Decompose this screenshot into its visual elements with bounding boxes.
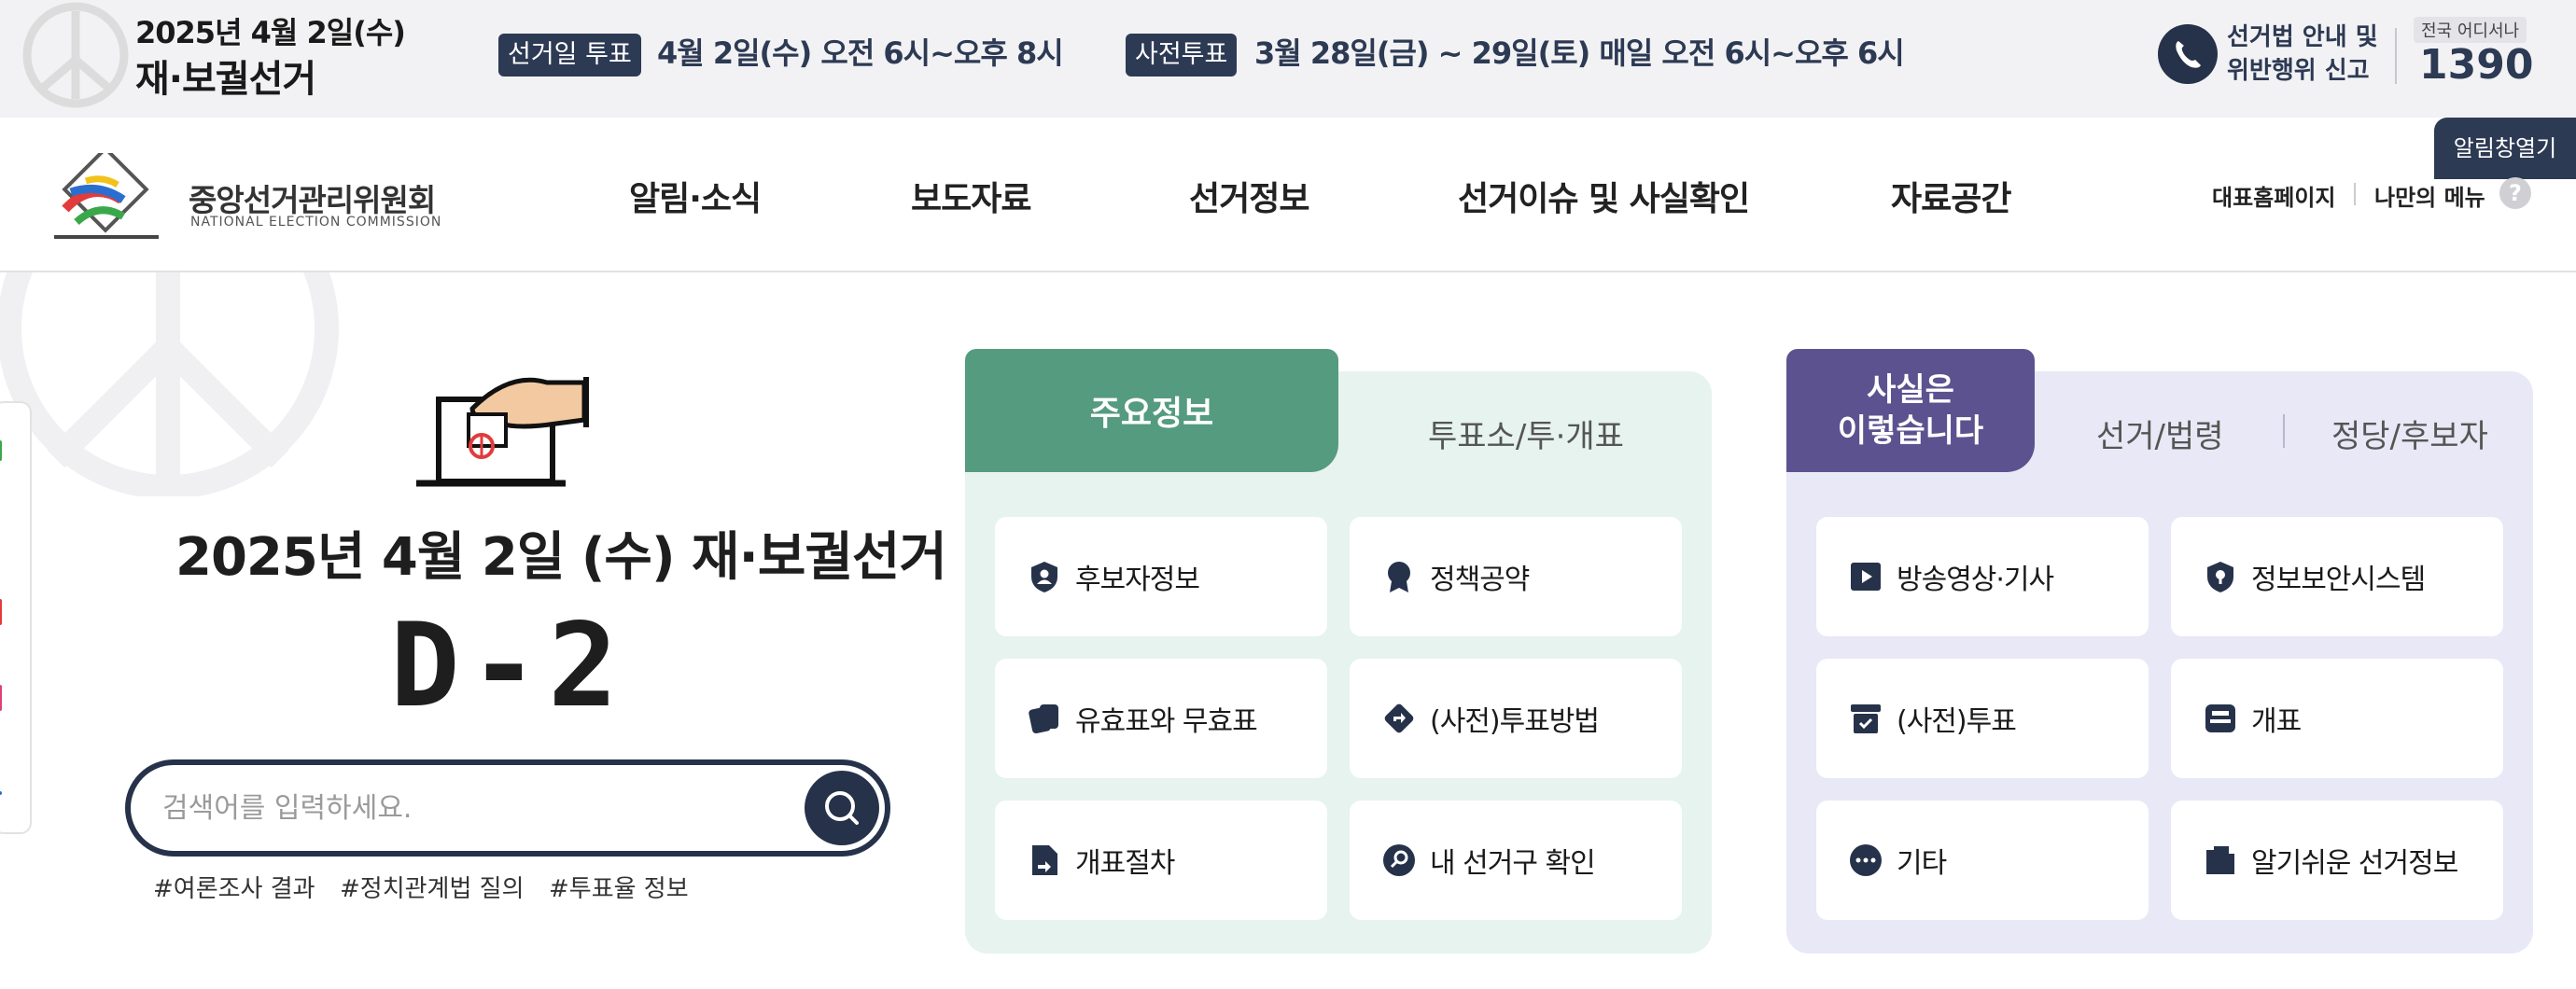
quick-link-icon[interactable] bbox=[0, 791, 2, 795]
card-etc[interactable]: 기타 bbox=[1816, 801, 2149, 920]
dday-counter: D-2 bbox=[390, 599, 627, 733]
nav-item-issues[interactable]: 선거이슈 및 사실확인 bbox=[1458, 172, 1750, 220]
banner-date: 2025년 4월 2일(수) bbox=[135, 15, 406, 50]
my-menu-link[interactable]: 나만의 메뉴 bbox=[2374, 179, 2485, 212]
search-icon bbox=[825, 791, 859, 825]
banner-title: 재·보궐선거 bbox=[135, 58, 316, 101]
divider bbox=[2283, 414, 2285, 448]
document-arrow-icon bbox=[1032, 845, 1057, 875]
more-icon bbox=[1850, 844, 1882, 876]
report-hotline-label[interactable]: 선거법 안내 및 위반행위 신고 bbox=[2227, 21, 2378, 88]
election-day-badge: 선거일 투표 bbox=[498, 34, 641, 77]
card-security-system[interactable]: 정보보안시스템 bbox=[2171, 517, 2503, 636]
card-broadcast-news[interactable]: 방송영상·기사 bbox=[1816, 517, 2149, 636]
tab-main-info[interactable]: 주요정보 bbox=[965, 349, 1338, 472]
search-bar bbox=[125, 759, 890, 857]
card-easy-election-info[interactable]: 알기쉬운 선거정보 bbox=[2171, 801, 2503, 920]
background-emblem-icon bbox=[0, 272, 339, 496]
nav-item-press[interactable]: 보도자료 bbox=[911, 172, 1031, 220]
card-candidate-info[interactable]: 후보자정보 bbox=[995, 517, 1327, 636]
cards-icon bbox=[1029, 704, 1058, 734]
play-icon bbox=[1851, 563, 1881, 591]
nav-item-election-info[interactable]: 선거정보 bbox=[1189, 172, 1309, 220]
search-tag[interactable]: #여론조사 결과 bbox=[153, 870, 315, 904]
phone-icon[interactable] bbox=[2158, 24, 2218, 84]
help-icon[interactable]: ? bbox=[2499, 177, 2531, 209]
election-day-time: 4월 2일(수) 오전 6시~오후 8시 bbox=[657, 35, 1064, 71]
card-counting-procedure[interactable]: 개표절차 bbox=[995, 801, 1327, 920]
search-tag[interactable]: #정치관계법 질의 bbox=[340, 870, 525, 904]
search-circle-icon bbox=[1383, 844, 1415, 876]
shield-person-icon bbox=[1031, 562, 1057, 592]
main-navigation: 중앙선거관리위원회 NATIONAL ELECTION COMMISSION 알… bbox=[0, 118, 2576, 272]
search-button[interactable] bbox=[805, 771, 879, 845]
ballot-hand-icon bbox=[416, 377, 589, 487]
search-input[interactable] bbox=[161, 786, 758, 830]
ballot-box-icon bbox=[1851, 704, 1881, 733]
divider bbox=[2395, 28, 2397, 84]
medal-icon bbox=[1388, 562, 1410, 592]
quick-link-icon[interactable] bbox=[0, 440, 2, 461]
nec-logo-icon[interactable] bbox=[49, 153, 170, 243]
main-homepage-link[interactable]: 대표홈페이지 bbox=[2212, 179, 2335, 212]
folder-icon bbox=[2206, 846, 2234, 874]
hero-title: 2025년 4월 2일 (수) 재·보궐선거 bbox=[175, 527, 947, 588]
tab-facts[interactable]: 사실은 이렇습니다 bbox=[1786, 349, 2035, 472]
quick-links-strip bbox=[0, 401, 32, 834]
hotline-number[interactable]: 1390 bbox=[2419, 41, 2533, 89]
logo-subtext: NATIONAL ELECTION COMMISSION bbox=[190, 215, 442, 230]
anywhere-label: 전국 어디서나 bbox=[2414, 17, 2527, 43]
election-banner: 2025년 4월 2일(수) 재·보궐선거 선거일 투표 4월 2일(수) 오전… bbox=[0, 0, 2576, 118]
direction-icon bbox=[1384, 703, 1414, 733]
logo-text[interactable]: 중앙선거관리위원회 bbox=[189, 175, 436, 220]
tab-election-law[interactable]: 선거/법령 bbox=[2096, 411, 2224, 456]
card-my-district[interactable]: 내 선거구 확인 bbox=[1350, 801, 1682, 920]
divider bbox=[2354, 183, 2356, 205]
card-voting-method[interactable]: (사전)투표방법 bbox=[1350, 659, 1682, 778]
election-emblem-icon bbox=[22, 2, 129, 108]
counting-machine-icon bbox=[2205, 704, 2235, 732]
youtube-icon[interactable] bbox=[0, 599, 2, 625]
search-tag[interactable]: #투표율 정보 bbox=[549, 870, 689, 904]
early-vote-time: 3월 28일(금) ~ 29일(토) 매일 오전 6시~오후 6시 bbox=[1254, 35, 1905, 71]
tab-polling-counting[interactable]: 투표소/투·개표 bbox=[1428, 411, 1624, 456]
nav-item-news[interactable]: 알림·소식 bbox=[629, 172, 762, 220]
security-shield-icon bbox=[2207, 562, 2233, 592]
nav-item-archive[interactable]: 자료공간 bbox=[1891, 172, 2011, 220]
card-valid-invalid[interactable]: 유효표와 무효표 bbox=[995, 659, 1327, 778]
card-counting[interactable]: 개표 bbox=[2171, 659, 2503, 778]
card-policy-pledge[interactable]: 정책공약 bbox=[1350, 517, 1682, 636]
instagram-icon[interactable] bbox=[0, 685, 2, 711]
card-early-voting[interactable]: (사전)투표 bbox=[1816, 659, 2149, 778]
early-vote-badge: 사전투표 bbox=[1126, 34, 1238, 77]
tab-party-candidate[interactable]: 정당/후보자 bbox=[2331, 411, 2488, 456]
